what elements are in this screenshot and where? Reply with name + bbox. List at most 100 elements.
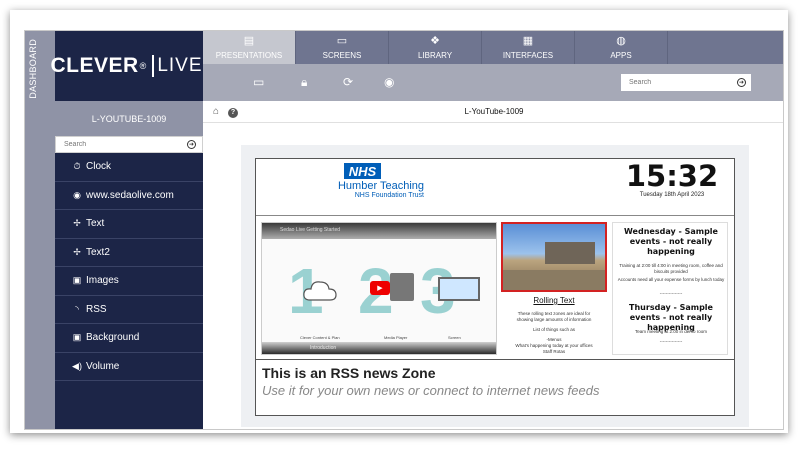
lock-icon[interactable]: 🔒︎ xyxy=(301,75,307,90)
event-separator: --------------- xyxy=(659,291,683,296)
card-icon[interactable]: ▭ xyxy=(253,75,264,89)
move-icon: ✢ xyxy=(73,218,81,229)
tab-label: APPS xyxy=(610,51,632,60)
tab-label: LIBRARY xyxy=(417,51,453,60)
video-caption: Clever Content & Plan xyxy=(300,335,340,340)
sidebar-item-label: RSS xyxy=(86,303,107,315)
logo-clever-text: CLEVER xyxy=(50,54,139,77)
town-shape xyxy=(503,270,605,290)
tab-label: INTERFACES xyxy=(502,51,554,60)
sidebar-item-volume[interactable]: ◀) Volume xyxy=(55,353,203,381)
presentation-title: L-YouTube-1009 xyxy=(464,107,524,116)
sidebar-title: L-YOUTUBE-1009 xyxy=(55,101,203,136)
video-title: Sedao Live Getting Started xyxy=(280,227,341,233)
interface-icon: ▦ xyxy=(522,35,534,47)
window-frame: DASHBOARD CLEVER® LIVE L-YOUTUBE-1009 ➜ … xyxy=(10,10,788,433)
rss-news-zone[interactable]: This is an RSS news Zone Use it for your… xyxy=(256,359,734,415)
video-chapter: Introduction xyxy=(310,345,337,351)
sidebar: L-YOUTUBE-1009 ➜ ⏱ Clock ◉ www.sedaolive.c… xyxy=(55,101,203,429)
castle-shape xyxy=(545,242,595,264)
org-subtitle: NHS Foundation Trust xyxy=(354,192,424,199)
screen-icon xyxy=(438,277,480,301)
sidebar-item-label: Text2 xyxy=(86,246,110,258)
rss-subtitle: Use it for your own news or connect to i… xyxy=(262,383,600,398)
media-player-icon xyxy=(390,273,414,301)
tab-interfaces[interactable]: ▦ INTERFACES xyxy=(482,31,575,64)
event-day-title: Wednesday - Sample events - not really h… xyxy=(624,227,718,256)
event-text: Accounts need all your expense forms by … xyxy=(617,277,725,282)
org-name: Humber Teaching xyxy=(337,180,424,192)
video-caption: Screen xyxy=(448,335,461,340)
presentation-canvas: NHS Humber Teaching NHS Foundation Trust… xyxy=(203,123,783,429)
tab-apps[interactable]: ◍ APPS xyxy=(575,31,668,64)
sidebar-item-website[interactable]: ◉ www.sedaolive.com xyxy=(55,182,203,210)
sidebar-item-text2[interactable]: ✢ Text2 xyxy=(55,239,203,267)
monitor-icon: ▭ xyxy=(336,35,348,47)
rolling-line: Staff Rotas xyxy=(542,349,566,354)
castle-photo xyxy=(501,222,607,292)
sidebar-item-clock[interactable]: ⏱ Clock xyxy=(55,153,203,182)
rss-icon: ◝ xyxy=(75,303,79,314)
app-window: DASHBOARD CLEVER® LIVE L-YOUTUBE-1009 ➜ … xyxy=(24,30,784,430)
tab-library[interactable]: ❖ LIBRARY xyxy=(389,31,482,64)
event-separator: --------------- xyxy=(659,339,683,344)
top-navigation: ▤ PRESENTATIONS ▭ SCREENS ❖ LIBRARY ▦ IN… xyxy=(203,31,783,64)
logo-registered-mark: ® xyxy=(139,61,147,71)
presentation-icon: ▤ xyxy=(243,35,255,47)
eye-icon[interactable]: ◉ xyxy=(384,75,394,89)
refresh-icon[interactable]: ⟳ xyxy=(343,75,353,89)
sidebar-item-label: Background xyxy=(86,332,140,344)
search-go-icon[interactable]: ➜ xyxy=(737,78,746,87)
sidebar-item-background[interactable]: ▣ Background xyxy=(55,324,203,353)
volume-icon: ◀) xyxy=(72,360,82,371)
nhs-logo: NHS xyxy=(344,163,381,179)
clever-live-logo[interactable]: CLEVER ® LIVE xyxy=(50,31,208,101)
sidebar-item-label: Volume xyxy=(86,360,120,372)
android-icon: ◍ xyxy=(616,35,626,47)
event-text: Team meeting at 2:00 in demo room xyxy=(634,329,708,334)
presentation-header: ⌂ ? L-YouTube-1009 xyxy=(203,101,783,123)
image-icon: ▣ xyxy=(72,332,82,343)
clock-icon: ⏱ xyxy=(73,161,81,172)
sidebar-item-label: Text xyxy=(86,218,105,230)
play-button-icon[interactable]: ▶ xyxy=(370,281,390,295)
toolbar-search-input[interactable] xyxy=(629,79,737,86)
sidebar-item-text[interactable]: ✢ Text xyxy=(55,210,203,239)
sidebar-item-label: Images xyxy=(86,275,119,287)
logo-live-text: LIVE xyxy=(152,55,208,77)
sidebar-item-rss[interactable]: ◝ RSS xyxy=(55,296,203,324)
cloud-icon xyxy=(303,281,337,301)
toolbar: ▭ 🔒︎ ⟳ ◉ ➜ xyxy=(203,64,783,101)
sidebar-item-images[interactable]: ▣ Images xyxy=(55,267,203,296)
event-text: Training at 2:00 till 4:00 in meeting ro… xyxy=(619,263,723,274)
zone-divider xyxy=(256,215,734,216)
clock-date: Tuesday 18th April 2023 xyxy=(639,192,705,198)
rolling-line: showing large amounts of information xyxy=(516,317,592,322)
image-icon: ▣ xyxy=(72,275,82,286)
tab-label: SCREENS xyxy=(322,51,362,60)
sidebar-search: ➜ xyxy=(55,136,203,153)
events-zone[interactable]: Wednesday - Sample events - not really h… xyxy=(612,222,728,355)
dashboard-rail[interactable]: DASHBOARD xyxy=(25,31,55,429)
search-go-icon[interactable]: ➜ xyxy=(187,140,196,149)
chrome-icon: ◉ xyxy=(73,189,81,200)
rolling-text-zone[interactable]: Rolling Text These rolling text zones ar… xyxy=(501,222,607,355)
sidebar-item-label: Clock xyxy=(86,161,112,173)
library-icon: ❖ xyxy=(430,35,440,47)
rolling-text-title: Rolling Text xyxy=(533,296,575,305)
dashboard-label: DASHBOARD xyxy=(28,39,38,99)
video-caption: Media Player xyxy=(384,335,408,340)
toolbar-search: ➜ xyxy=(621,74,751,91)
rss-title: This is an RSS news Zone xyxy=(262,365,436,381)
screen-preview[interactable]: NHS Humber Teaching NHS Foundation Trust… xyxy=(255,158,735,416)
tab-screens[interactable]: ▭ SCREENS xyxy=(296,31,389,64)
video-controls[interactable] xyxy=(262,342,496,354)
move-icon: ✢ xyxy=(73,246,81,257)
tab-label: PRESENTATIONS xyxy=(215,51,283,60)
tab-presentations[interactable]: ▤ PRESENTATIONS xyxy=(203,31,296,64)
youtube-video-zone[interactable]: Sedao Live Getting Started 1 2 3 ▶ Cleve… xyxy=(261,222,497,355)
sidebar-search-input[interactable] xyxy=(64,141,187,148)
clock-time: 15:32 xyxy=(625,159,719,193)
sidebar-item-label: www.sedaolive.com xyxy=(86,189,174,201)
rolling-text-body: These rolling text zones are ideal for s… xyxy=(507,311,601,355)
